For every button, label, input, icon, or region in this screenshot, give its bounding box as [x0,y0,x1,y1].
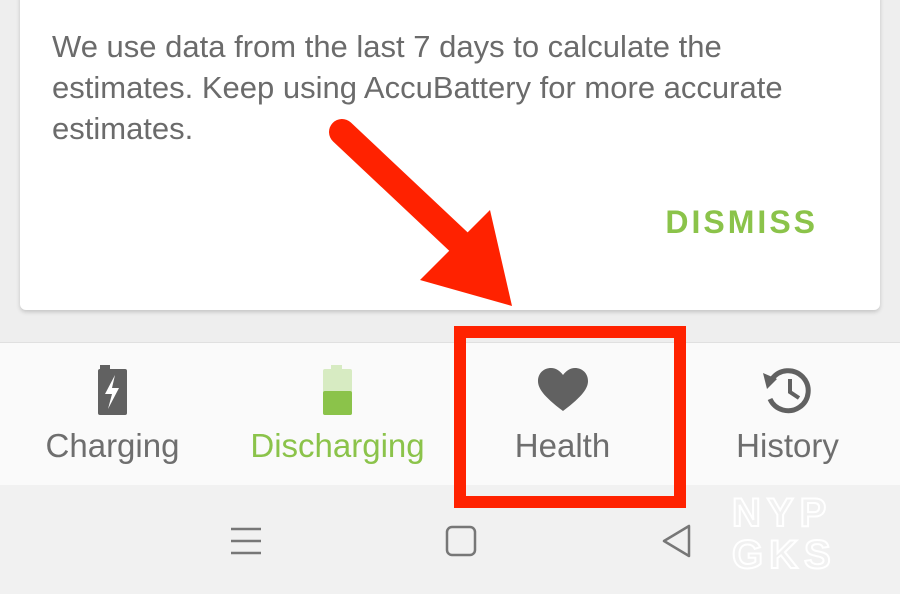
history-icon [763,368,811,414]
battery-discharging-icon [323,365,352,415]
menu-icon[interactable] [226,521,266,561]
watermark-logo: NYP GKS [732,490,837,572]
red-highlight-box [454,326,686,508]
home-icon[interactable] [441,521,481,561]
back-icon[interactable] [656,521,696,561]
battery-charging-icon [98,365,127,415]
dismiss-button[interactable]: DISMISS [665,204,818,241]
watermark-line2: GKS [732,533,837,572]
watermark-line1: NYP [732,491,832,535]
tab-discharging[interactable]: Discharging [225,343,450,485]
tab-charging[interactable]: Charging [0,343,225,485]
tab-charging-label: Charging [45,427,180,464]
tab-discharging-label: Discharging [250,427,425,464]
red-arrow-annotation [329,119,512,306]
tab-history-label: History [736,427,839,464]
tab-history[interactable]: History [675,343,900,485]
bottom-navigation-bar: Charging Discharging Health History [0,342,900,486]
